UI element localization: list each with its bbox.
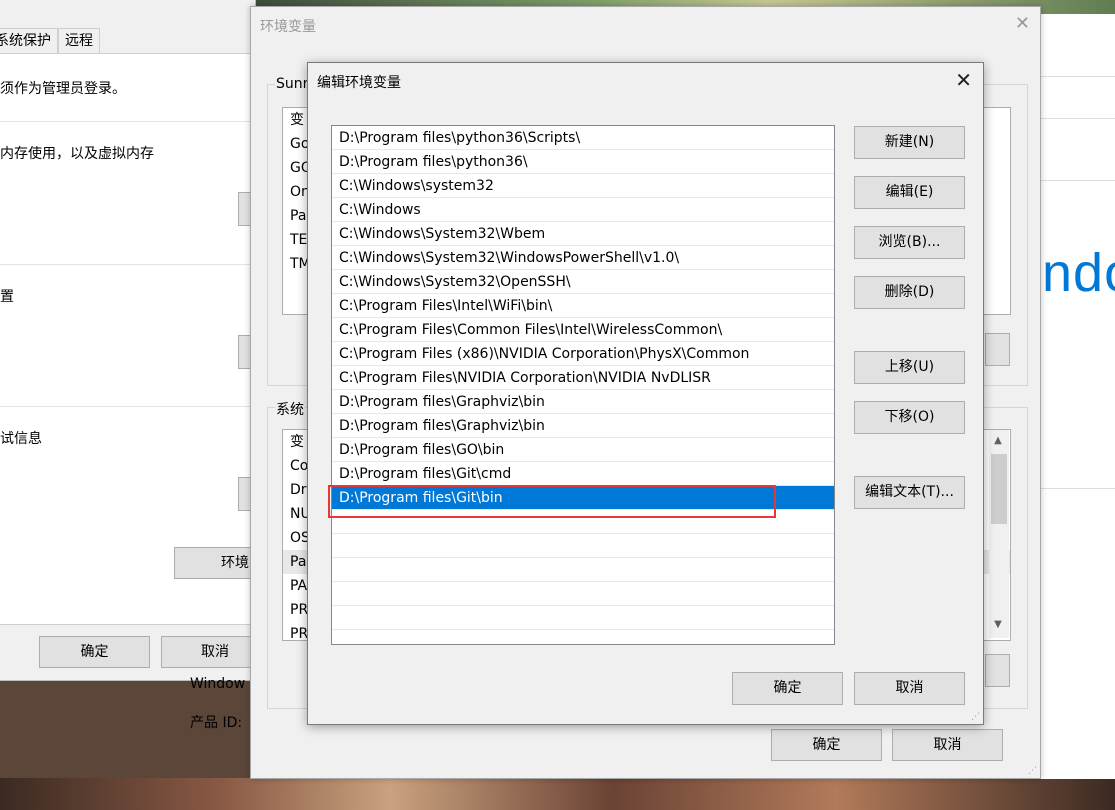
system-properties-window: 系统保护 远程 须作为管理员登录。 内存使用，以及虚拟内存 置 试信息 环境 确… — [0, 0, 272, 681]
divider — [0, 406, 254, 407]
scroll-thumb[interactable] — [991, 454, 1007, 524]
tab-system-protection[interactable]: 系统保护 — [0, 28, 58, 53]
path-entry[interactable]: C:\Program Files (x86)\NVIDIA Corporatio… — [332, 342, 834, 366]
divider — [0, 121, 254, 122]
path-entry[interactable]: D:\Program files\Graphviz\bin — [332, 414, 834, 438]
tab-remote[interactable]: 远程 — [58, 28, 100, 53]
divider — [0, 264, 254, 265]
path-entry[interactable]: C:\Program Files\Intel\WiFi\bin\ — [332, 294, 834, 318]
browse-button[interactable]: 浏览(B)... — [854, 226, 965, 259]
desktop-wallpaper-bottom — [0, 778, 1115, 810]
path-entry[interactable]: D:\Program files\python36\ — [332, 150, 834, 174]
empty-path-row[interactable] — [332, 606, 834, 630]
path-entry[interactable]: D:\Program files\Graphviz\bin — [332, 390, 834, 414]
edit-text-button[interactable]: 编辑文本(T)... — [854, 476, 965, 509]
startup-recovery-description: 试信息 — [0, 431, 42, 447]
system-variables-scrollbar[interactable]: ▲ ▼ — [989, 430, 1009, 638]
edit-environment-variable-dialog: 编辑环境变量 ✕ D:\Program files\python36\Scrip… — [307, 62, 984, 725]
empty-path-row[interactable] — [332, 558, 834, 582]
user-variable-delete-button[interactable] — [985, 333, 1010, 366]
selection-highlight-annotation — [328, 485, 776, 518]
path-entry[interactable]: C:\Program Files\Common Files\Intel\Wire… — [332, 318, 834, 342]
env-ok-button[interactable]: 确定 — [771, 729, 882, 761]
empty-path-row[interactable] — [332, 534, 834, 558]
scroll-up-icon[interactable]: ▲ — [989, 432, 1007, 450]
ok-button[interactable]: 确定 — [732, 672, 843, 705]
path-entry[interactable]: C:\Windows\System32\WindowsPowerShell\v1… — [332, 246, 834, 270]
close-icon[interactable]: ✕ — [955, 68, 972, 92]
divider — [1040, 76, 1115, 77]
admin-note: 须作为管理员登录。 — [0, 81, 126, 97]
settings-window-fragment: ndo — [1040, 14, 1115, 779]
resize-grip-icon[interactable]: ⋰ — [1028, 766, 1038, 776]
windows-brand-text: ndo — [1042, 243, 1115, 303]
windows-edition-label: Window — [190, 676, 246, 692]
scroll-down-icon[interactable]: ▼ — [989, 616, 1007, 634]
divider — [1040, 118, 1115, 119]
divider — [1040, 488, 1115, 489]
path-entry[interactable]: D:\Program files\Git\cmd — [332, 462, 834, 486]
divider — [1040, 180, 1115, 181]
cancel-button[interactable]: 取消 — [854, 672, 965, 705]
path-entry[interactable]: D:\Program files\python36\Scripts\ — [332, 126, 834, 150]
path-entry[interactable]: C:\Program Files\NVIDIA Corporation\NVID… — [332, 366, 834, 390]
empty-path-row[interactable] — [332, 582, 834, 606]
resize-grip-icon[interactable]: ⋰ — [971, 712, 981, 722]
env-cancel-button[interactable]: 取消 — [892, 729, 1003, 761]
system-variables-label: 系统 — [275, 399, 305, 419]
new-button[interactable]: 新建(N) — [854, 126, 965, 159]
environment-variables-button[interactable]: 环境 — [174, 547, 254, 579]
user-profile-description: 置 — [0, 289, 14, 305]
close-icon[interactable]: ✕ — [1015, 13, 1030, 34]
advanced-tab-panel: 须作为管理员登录。 内存使用，以及虚拟内存 置 试信息 — [0, 53, 255, 625]
window-title: 环境变量 — [260, 19, 316, 35]
path-entry[interactable]: D:\Program files\GO\bin — [332, 438, 834, 462]
path-entry[interactable]: C:\Windows\System32\OpenSSH\ — [332, 270, 834, 294]
product-id-label: 产品 ID: — [190, 715, 243, 731]
path-entry[interactable]: C:\Windows\system32 — [332, 174, 834, 198]
edit-button[interactable]: 编辑(E) — [854, 176, 965, 209]
dialog-title: 编辑环境变量 — [317, 75, 401, 91]
move-up-button[interactable]: 上移(U) — [854, 351, 965, 384]
tab-strip: 系统保护 远程 — [0, 28, 100, 54]
performance-description: 内存使用，以及虚拟内存 — [0, 146, 154, 162]
delete-button[interactable]: 删除(D) — [854, 276, 965, 309]
move-down-button[interactable]: 下移(O) — [854, 401, 965, 434]
path-entry[interactable]: C:\Windows — [332, 198, 834, 222]
sysprop-ok-button[interactable]: 确定 — [39, 636, 150, 668]
system-variable-delete-button[interactable] — [985, 654, 1010, 687]
path-entries-list[interactable]: D:\Program files\python36\Scripts\ D:\Pro… — [331, 125, 835, 645]
path-entry[interactable]: C:\Windows\System32\Wbem — [332, 222, 834, 246]
